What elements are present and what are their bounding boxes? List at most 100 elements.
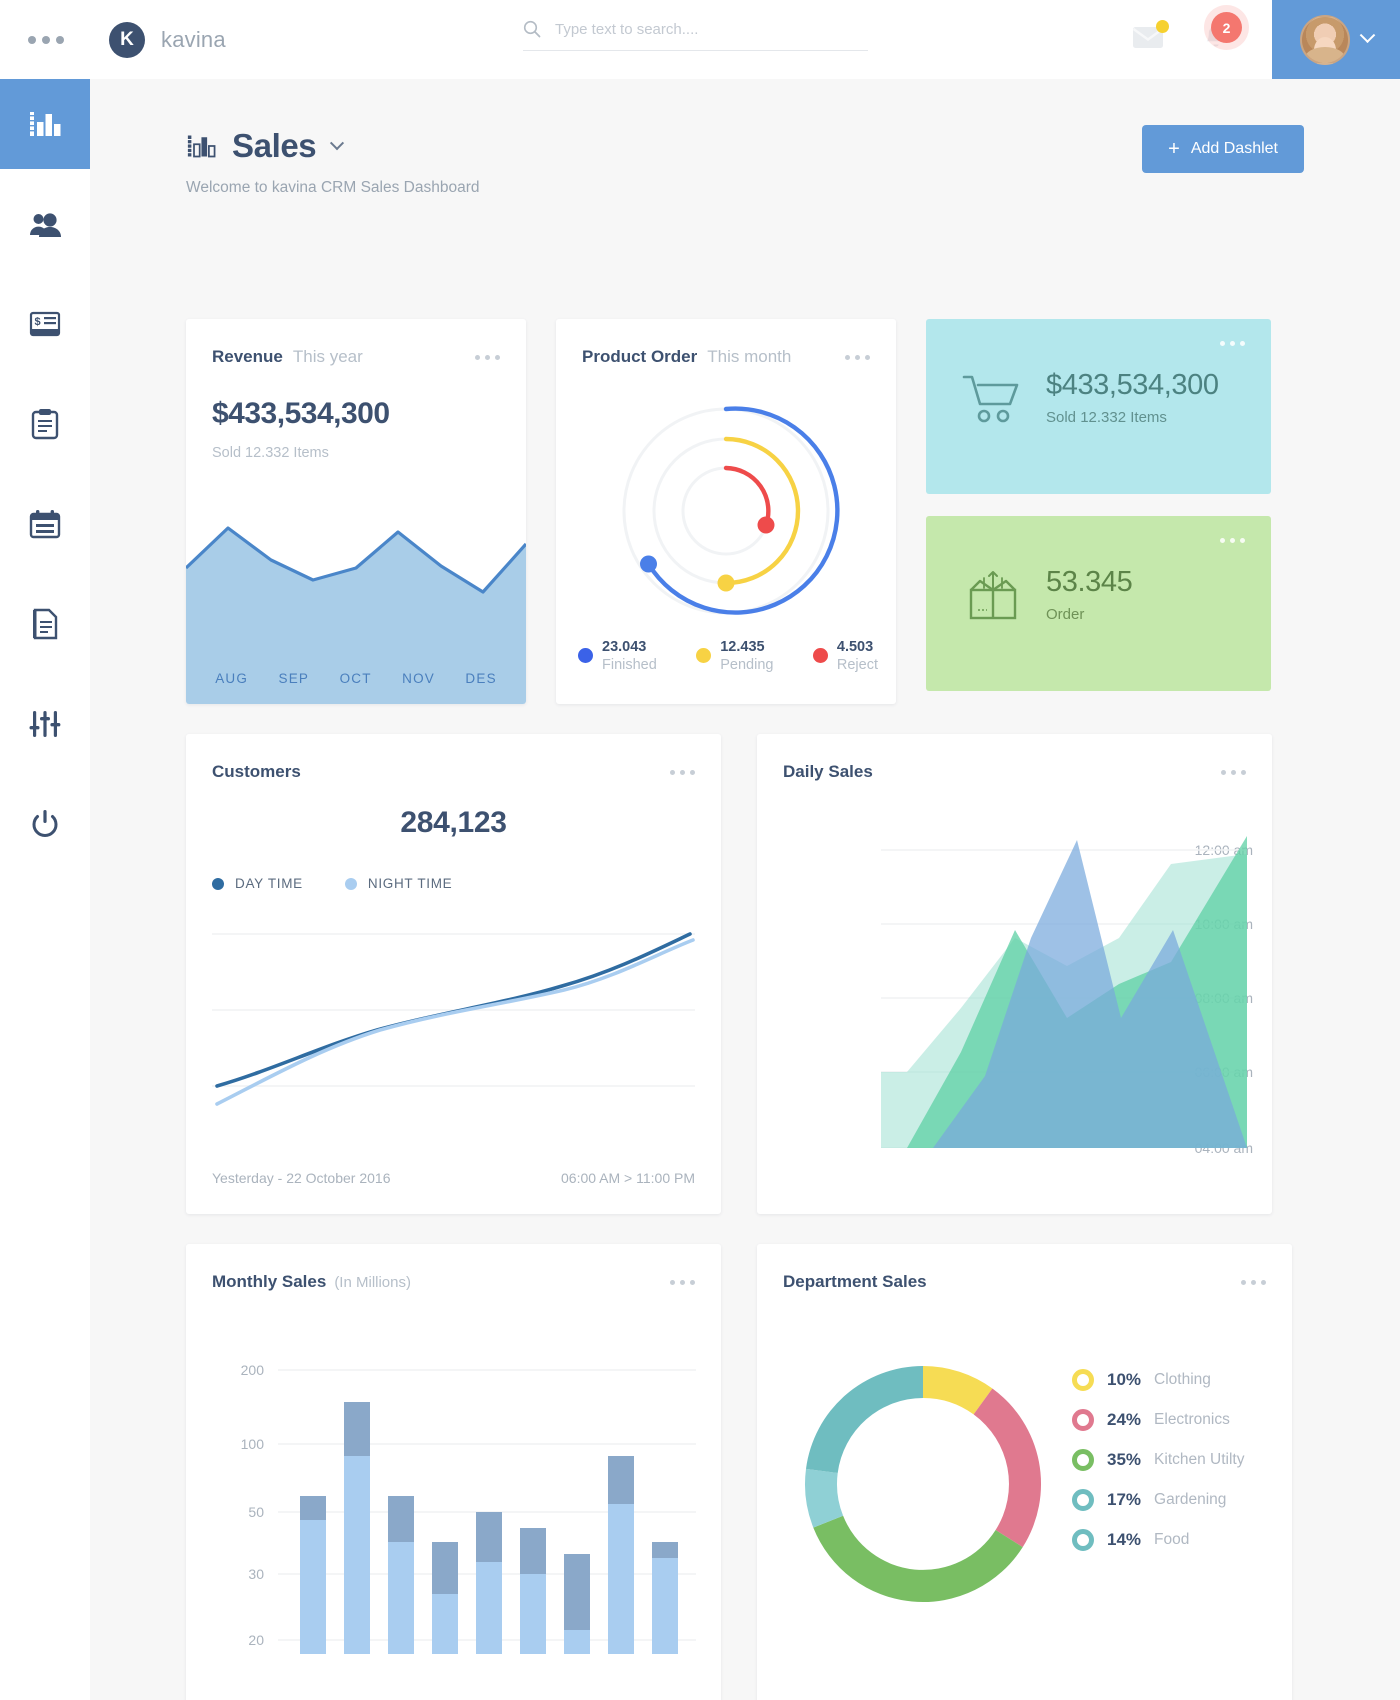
document-icon <box>33 608 58 640</box>
customers-menu-button[interactable] <box>670 770 695 775</box>
add-dashlet-button[interactable]: + Add Dashlet <box>1142 125 1304 173</box>
legend-item-day-time: DAY TIME <box>212 876 303 891</box>
legend-label: Reject <box>836 656 878 673</box>
sidebar-item-customers[interactable] <box>0 179 90 269</box>
month-label: AUG <box>215 671 249 686</box>
revenue-card: Revenue This year $433,534,300 Sold 12.3… <box>186 319 526 704</box>
customers-card: Customers 284,123 DAY TIME NIGHT TIME Ye… <box>186 734 721 1214</box>
sold-stat-menu-button[interactable] <box>1220 341 1245 346</box>
order-stat-menu-button[interactable] <box>1220 538 1245 543</box>
department-sales-title: Department Sales <box>783 1272 927 1291</box>
legend-ring <box>1072 1529 1094 1551</box>
calendar-icon <box>29 510 61 539</box>
sidebar-item-tasks[interactable] <box>0 379 90 469</box>
department-sales-legend: 10% Clothing 24% Electronics 35% Kitchen… <box>1072 1369 1244 1551</box>
daily-sales-menu-button[interactable] <box>1221 770 1246 775</box>
customers-legend: DAY TIME NIGHT TIME <box>212 876 452 891</box>
legend-bullet <box>344 877 357 890</box>
revenue-title: Revenue <box>212 347 283 366</box>
main-content: Sales Welcome to kavina CRM Sales Dashbo… <box>90 79 1400 1700</box>
legend-item: 12.435 Pending <box>696 638 773 674</box>
legend-label: Electronics <box>1154 1411 1230 1428</box>
y-tick: 30 <box>248 1566 264 1582</box>
menu-dot <box>42 35 50 44</box>
product-order-title: Product Order <box>582 347 698 366</box>
user-menu[interactable] <box>1272 0 1400 79</box>
revenue-menu-button[interactable] <box>475 355 500 360</box>
chevron-down-icon <box>1359 27 1375 44</box>
legend-ring <box>1072 1489 1094 1511</box>
month-label: OCT <box>339 671 372 686</box>
page-header: Sales Welcome to kavina CRM Sales Dashbo… <box>186 127 479 197</box>
page-title-chevron-down-icon[interactable] <box>330 136 345 151</box>
top-bar: K kavina 2 <box>0 0 1400 79</box>
revenue-amount: $433,534,300 <box>212 397 390 430</box>
revenue-items: Sold 12.332 Items <box>212 445 329 461</box>
legend-item: 4.503 Reject <box>812 638 878 674</box>
monthly-sales-menu-button[interactable] <box>670 1280 695 1285</box>
sidebar-item-settings[interactable] <box>0 679 90 769</box>
avatar <box>1299 14 1350 65</box>
dashboard-page: K kavina 2 <box>0 0 1400 1700</box>
legend-label: Pending <box>720 656 774 673</box>
open-box-icon <box>969 570 1017 619</box>
product-order-period[interactable]: This month <box>707 347 791 367</box>
revenue-period[interactable]: This year <box>293 347 363 367</box>
sliders-icon <box>29 711 61 737</box>
legend-item-night-time: NIGHT TIME <box>344 876 453 891</box>
y-tick: 50 <box>248 1504 264 1520</box>
users-icon <box>30 213 61 237</box>
legend-ring <box>1072 1369 1094 1391</box>
daily-sales-title: Daily Sales <box>783 762 873 781</box>
page-subtitle: Welcome to kavina CRM Sales Dashboard <box>186 179 480 196</box>
daily-sales-card: Daily Sales 04:00 am 06:00 am 08:00 am 1… <box>757 734 1272 1214</box>
product-order-menu-button[interactable] <box>845 355 870 360</box>
monthly-sales-y-axis: 200 100 50 30 20 <box>206 1344 264 1664</box>
legend-label: Clothing <box>1154 1371 1211 1388</box>
department-sales-donut-chart <box>805 1366 1042 1603</box>
legend-value: 4.503 <box>836 638 874 655</box>
department-sales-card: Department Sales 10% Clothing 24% Electr… <box>757 1244 1292 1700</box>
daily-sales-area-chart <box>881 836 1247 1148</box>
messages-button[interactable] <box>1132 20 1169 55</box>
legend-item: 17% Gardening <box>1072 1489 1244 1511</box>
monthly-sales-unit: (In Millions) <box>334 1274 411 1291</box>
y-tick: 100 <box>240 1436 264 1452</box>
product-order-rings-chart <box>622 406 840 615</box>
menu-dot <box>56 35 64 44</box>
search-input[interactable] <box>555 20 855 38</box>
order-stat-value: 53.345 <box>1046 566 1133 598</box>
legend-percent: 24% <box>1107 1410 1142 1429</box>
page-title: Sales <box>232 127 317 164</box>
sidebar-item-reports[interactable] <box>0 579 90 669</box>
legend-item: 14% Food <box>1072 1529 1244 1551</box>
y-tick: 20 <box>248 1632 264 1648</box>
monthly-sales-card: Monthly Sales (In Millions) 200 100 50 3… <box>186 1244 721 1700</box>
customers-title: Customers <box>212 762 301 781</box>
notifications-button[interactable]: 2 <box>1202 12 1242 59</box>
app-menu-button[interactable] <box>28 35 64 44</box>
legend-percent: 17% <box>1107 1490 1142 1509</box>
bar-chart-icon <box>29 112 61 136</box>
brand-logo[interactable]: K kavina <box>109 21 226 58</box>
search-icon <box>523 20 541 38</box>
legend-ring <box>1072 1409 1094 1431</box>
svg-text:$: $ <box>35 316 41 328</box>
customers-time-range: 06:00 AM > 11:00 PM <box>561 1170 695 1186</box>
legend-bullet <box>212 877 224 890</box>
sidebar: $ <box>0 79 90 1700</box>
sidebar-item-billing[interactable]: $ <box>0 279 90 369</box>
sidebar-item-dashboard[interactable] <box>0 79 90 169</box>
search-bar[interactable] <box>523 20 868 51</box>
department-sales-menu-button[interactable] <box>1241 1280 1266 1285</box>
legend-percent: 14% <box>1107 1530 1142 1549</box>
customers-total: 284,123 <box>400 806 507 839</box>
legend-label: NIGHT TIME <box>367 876 453 891</box>
sidebar-item-calendar[interactable] <box>0 479 90 569</box>
sidebar-item-logout[interactable] <box>0 779 90 869</box>
add-dashlet-label: Add Dashlet <box>1190 140 1278 157</box>
order-stat-label: Order <box>1046 606 1085 623</box>
sold-stat-value: $433,534,300 <box>1046 369 1219 401</box>
bar-chart-icon <box>187 135 216 158</box>
brand-initial: K <box>109 21 145 58</box>
